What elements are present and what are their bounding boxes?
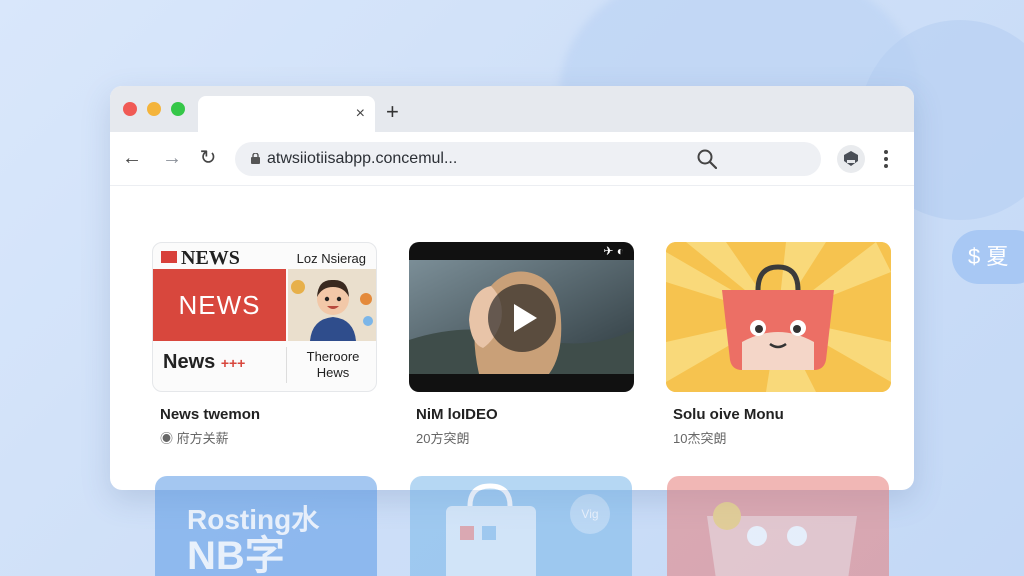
tab-bar: × + — [110, 86, 914, 132]
tab-close-icon[interactable]: × — [356, 104, 365, 124]
active-tab[interactable]: × — [198, 96, 375, 132]
new-tab-button[interactable]: + — [386, 101, 399, 123]
divider — [286, 347, 287, 383]
reflected-card-text: Rosting水 NB字 — [187, 502, 320, 576]
play-button-icon[interactable] — [487, 283, 557, 353]
kebab-icon[interactable] — [878, 146, 894, 172]
reload-icon[interactable]: ↻ — [196, 146, 220, 170]
forward-arrow-icon[interactable]: → — [160, 146, 184, 170]
reflected-text-line: Rosting水 — [187, 504, 320, 535]
reflected-text-line: NB字 — [187, 534, 285, 576]
news-bottom-text: News — [163, 351, 216, 373]
reflected-card: Rosting水 NB字 — [155, 476, 377, 576]
news-side-caption-line: Theroore — [306, 349, 360, 364]
news-plus-marks: +++ — [220, 355, 246, 371]
side-action-pill[interactable]: $ 夏 — [952, 230, 1024, 284]
news-logo-text: NEWS — [181, 247, 240, 269]
video-card-thumbnail[interactable]: ✈ ◐ — [409, 242, 634, 392]
address-url[interactable]: atwsiiotiisabpp.concemul... — [267, 150, 457, 168]
flag-icon — [161, 251, 177, 263]
news-logo: NEWS — [161, 247, 240, 270]
video-card-title[interactable]: NiM loIDEO — [416, 406, 498, 423]
back-arrow-icon[interactable]: ← — [120, 146, 144, 170]
reflected-badge: Vig — [570, 494, 610, 534]
news-card-thumbnail[interactable]: NEWS Loz Nsierag NEWS News +++ Theroore … — [152, 242, 377, 392]
news-bottom-label: News +++ — [163, 351, 245, 374]
child-photo-image — [288, 269, 376, 341]
extension-button[interactable] — [837, 145, 865, 173]
close-window-button[interactable] — [123, 102, 137, 116]
shield-icon — [844, 151, 858, 166]
lock-icon — [251, 153, 260, 164]
news-banner: NEWS — [153, 269, 286, 341]
news-header-text: Loz Nsierag — [296, 251, 366, 266]
shopping-bag-illustration — [666, 242, 891, 392]
browser-window: × + ← → ↻ atwsiiotiisabpp.concemul... NE… — [110, 86, 914, 490]
video-card-meta: 20方突朗 — [416, 431, 470, 446]
news-card-title[interactable]: News twemon — [160, 406, 260, 423]
video-overlay-icons: ✈ ◐ — [603, 244, 624, 258]
shopping-card-meta: 10杰突朗 — [673, 431, 727, 446]
reflected-gift-basket-icon — [707, 502, 857, 576]
reflected-card: Vig — [410, 476, 632, 576]
child-photo — [288, 269, 376, 341]
maximize-window-button[interactable] — [171, 102, 185, 116]
reflected-card — [667, 476, 889, 576]
minimize-window-button[interactable] — [147, 102, 161, 116]
news-card-meta: ◉ 府方关薪 — [160, 431, 229, 446]
shopping-card-thumbnail[interactable] — [666, 242, 891, 392]
search-icon[interactable] — [697, 149, 717, 169]
shopping-card-title[interactable]: Solu oive Monu — [673, 406, 784, 423]
news-side-caption: Theroore Hews — [293, 349, 373, 381]
news-side-caption-line: Hews — [316, 365, 350, 380]
browser-toolbar: ← → ↻ atwsiiotiisabpp.concemul... — [110, 132, 914, 186]
address-bar[interactable]: atwsiiotiisabpp.concemul... — [235, 142, 821, 176]
